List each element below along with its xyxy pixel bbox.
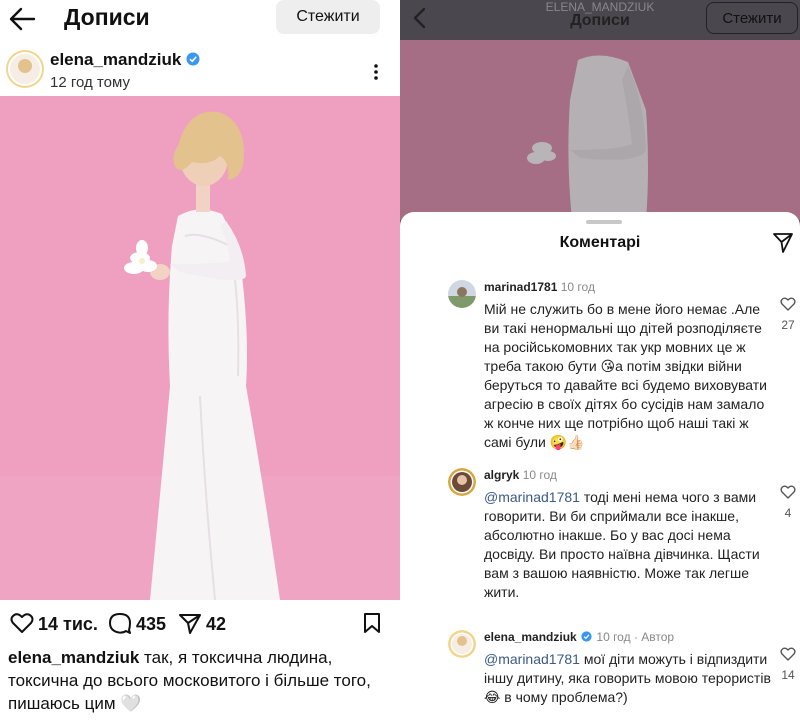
comment-header: elena_mandziuk 10 год · Автор xyxy=(484,630,674,644)
verified-icon xyxy=(186,52,200,66)
comment-mention[interactable]: @marinad1781 xyxy=(484,489,580,505)
post-actions: 14 тис. 435 42 xyxy=(0,608,400,640)
share-icon xyxy=(179,614,201,634)
follow-button[interactable]: Стежити xyxy=(276,0,380,34)
more-icon[interactable] xyxy=(368,62,384,82)
post-caption: elena_mandziuk так, я токсична людина, т… xyxy=(8,646,392,715)
avatar[interactable] xyxy=(448,468,476,496)
sheet-title: Коментарі xyxy=(559,234,641,251)
comments-count: 435 xyxy=(136,614,167,634)
caption-username[interactable]: elena_mandziuk xyxy=(8,648,139,667)
post-time: 12 год тому xyxy=(50,74,130,91)
avatar[interactable] xyxy=(448,630,476,658)
comment-mention[interactable]: @marinad1781 xyxy=(484,651,580,667)
back-arrow-icon[interactable] xyxy=(8,6,36,32)
comment-time: 10 год xyxy=(596,630,631,644)
avatar[interactable] xyxy=(448,280,476,308)
send-icon[interactable] xyxy=(772,232,794,254)
avatar[interactable] xyxy=(6,50,44,88)
comment-likes: 14 xyxy=(781,668,795,682)
follow-button[interactable]: Стежити xyxy=(706,2,798,34)
heart-icon[interactable] xyxy=(780,484,796,500)
comment-text: Мій не служить бо в мене його немає .Але… xyxy=(484,301,767,450)
comment-header: algryk 10 год xyxy=(484,468,557,482)
comment-text: @marinad1781 тоді мені нема чого з вами … xyxy=(484,488,774,602)
drag-handle[interactable] xyxy=(586,220,622,224)
comment-likes: 27 xyxy=(781,318,795,332)
verified-icon xyxy=(581,631,592,642)
post-photo[interactable] xyxy=(0,96,400,600)
bookmark-icon[interactable] xyxy=(362,612,382,634)
page-title: Дописи xyxy=(64,4,150,30)
comment-body: тоді мені нема чого з вами говорити. Ви … xyxy=(484,489,760,600)
author-name[interactable]: elena_mandziuk xyxy=(50,50,181,70)
woman-in-white-dress-image xyxy=(400,40,800,220)
woman-in-white-dress-image xyxy=(0,96,400,600)
dimmed-top-bar: ELENA_MANDZIUK Дописи Стежити xyxy=(400,0,800,40)
likes-count: 14 тис. xyxy=(38,614,98,634)
comment-text: @marinad1781 мої діти можуть і відпиздит… xyxy=(484,650,774,707)
shares-count: 42 xyxy=(206,614,227,634)
comment-time: 10 год xyxy=(560,280,595,294)
heart-icon[interactable] xyxy=(780,296,796,312)
comment-time: 10 год xyxy=(522,468,557,482)
comment-icon xyxy=(109,613,131,634)
comment-username[interactable]: marinad1781 xyxy=(484,280,557,294)
comment-username[interactable]: elena_mandziuk xyxy=(484,630,577,644)
post-author-row: elena_mandziuk 12 год тому xyxy=(0,46,400,96)
comment-header: marinad1781 10 год xyxy=(484,280,595,294)
comments-sheet: Коментарі marinad1781 10 год Мій не служ… xyxy=(400,212,800,721)
heart-icon xyxy=(10,613,34,633)
post-screen: Дописи Стежити elena_mandziuk 12 год том… xyxy=(0,0,400,721)
comment-username[interactable]: algryk xyxy=(484,468,519,482)
comment-likes: 4 xyxy=(784,506,792,520)
author-badge: · Автор xyxy=(633,630,675,644)
comments-screen: ELENA_MANDZIUK Дописи Стежити Коментарі … xyxy=(400,0,800,721)
top-bar: Дописи Стежити xyxy=(0,0,400,38)
dimmed-post-photo xyxy=(400,40,800,220)
heart-icon[interactable] xyxy=(780,646,796,662)
